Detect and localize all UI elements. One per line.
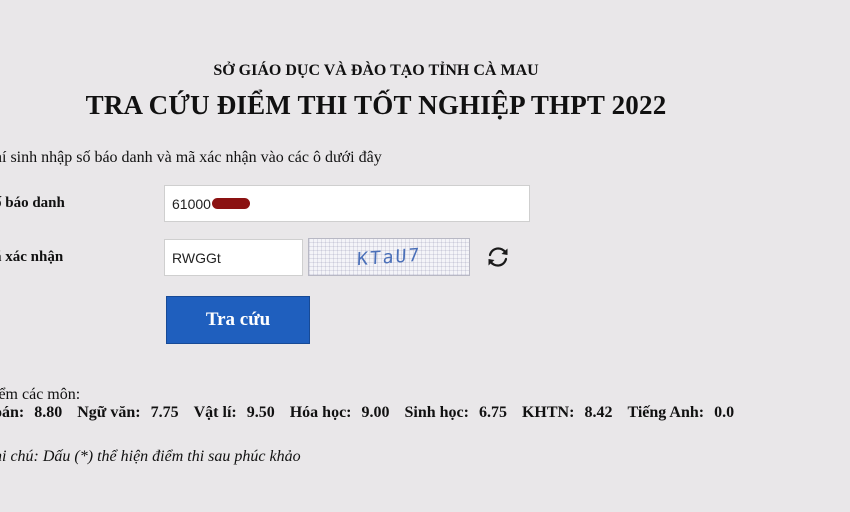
- score-item: Vật lí: 9.50: [193, 404, 275, 421]
- captcha-image: KTaU7: [308, 238, 470, 276]
- scores-row: oán:8.80 Ngữ văn:7.75 Vật lí:9.50 Hóa họ…: [0, 404, 749, 422]
- sbd-value: 61000: [172, 195, 211, 212]
- score-item: Ngữ văn: 7.75: [77, 404, 179, 421]
- search-button[interactable]: Tra cứu: [166, 296, 310, 344]
- department-heading: SỞ GIÁO DỤC VÀ ĐÀO TẠO TỈNH CÀ MAU: [213, 62, 539, 79]
- captcha-input[interactable]: RWGGt: [164, 239, 303, 276]
- footnote: hi chú: Dấu (*) thể hiện điểm thi sau ph…: [0, 448, 301, 465]
- scores-heading: iểm các môn:: [0, 386, 81, 403]
- refresh-captcha-button[interactable]: [484, 243, 512, 271]
- captcha-label: ã xác nhận: [0, 249, 64, 265]
- sbd-input[interactable]: 61000: [164, 185, 530, 222]
- score-item: Hóa học: 9.00: [289, 404, 390, 421]
- instruction-text: hí sinh nhập số báo danh và mã xác nhận …: [0, 149, 382, 166]
- score-item: KHTN: 8.42: [521, 404, 613, 421]
- sbd-label: ố báo danh: [0, 195, 65, 211]
- score-item: oán:8.80: [0, 404, 63, 421]
- refresh-icon: [488, 247, 508, 267]
- redaction-mark: [211, 198, 250, 209]
- captcha-image-text: KTaU7: [356, 244, 422, 270]
- score-item: Sinh học: 6.75: [404, 404, 507, 421]
- page-title: TRA CỨU ĐIỂM THI TỐT NGHIỆP THPT 2022: [85, 90, 667, 120]
- captcha-input-value: RWGGt: [172, 249, 221, 266]
- score-item: Tiếng Anh: 0.0: [627, 404, 735, 421]
